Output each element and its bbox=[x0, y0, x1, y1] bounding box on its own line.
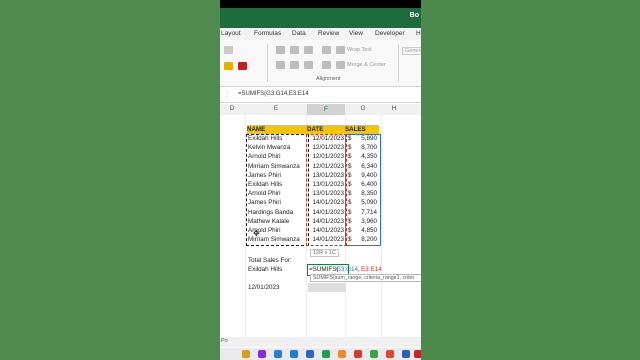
fill-color-icon[interactable] bbox=[224, 62, 233, 70]
font-color-icon[interactable] bbox=[238, 62, 247, 70]
align-center-icon[interactable] bbox=[290, 61, 299, 69]
font-size-icon[interactable] bbox=[224, 46, 233, 54]
align-middle-icon[interactable] bbox=[290, 46, 299, 54]
teams-icon[interactable] bbox=[258, 350, 266, 358]
taskbar bbox=[220, 348, 421, 360]
edit-range1: G3:G14 bbox=[336, 266, 359, 273]
align-right-icon[interactable] bbox=[304, 61, 313, 69]
excel-window: Bo Layout Formulas Data Review View Deve… bbox=[220, 0, 421, 360]
edit-prefix: =SUMIFS( bbox=[309, 266, 339, 273]
merge-center-icon[interactable] bbox=[336, 61, 345, 69]
col-header-f[interactable]: F bbox=[307, 104, 345, 115]
criteria-name-cell[interactable]: Exildah Hills bbox=[248, 265, 282, 274]
header-sales[interactable]: SALES bbox=[345, 125, 379, 134]
merge-center-button[interactable]: Merge & Center bbox=[347, 62, 386, 68]
align-top-icon[interactable] bbox=[276, 46, 285, 54]
header-date[interactable]: DATE bbox=[307, 125, 345, 134]
header-name-text: NAME bbox=[247, 126, 266, 133]
header-date-text: DATE bbox=[307, 126, 324, 133]
file-explorer-icon[interactable] bbox=[242, 350, 250, 358]
header-sales-text: SALES bbox=[345, 126, 366, 133]
tab-developer[interactable]: Developer bbox=[375, 30, 405, 37]
col-header-e[interactable]: E bbox=[246, 105, 306, 112]
background-left bbox=[0, 0, 220, 360]
chrome-icon[interactable] bbox=[370, 350, 378, 358]
header-name[interactable]: NAME bbox=[247, 125, 307, 134]
mouse-cursor-icon: ✥ bbox=[253, 229, 260, 238]
tab-view[interactable]: View bbox=[349, 30, 363, 37]
number-format-select[interactable]: General bbox=[402, 47, 421, 55]
app-red-icon[interactable] bbox=[414, 350, 421, 358]
alignment-group-label: Alignment bbox=[316, 76, 341, 82]
function-syntax-tooltip[interactable]: SUMIFS(sum_range, criteria_range1, crite… bbox=[310, 274, 421, 282]
indent-icon[interactable] bbox=[322, 61, 331, 69]
gridline bbox=[381, 115, 382, 345]
align-bottom-icon[interactable] bbox=[304, 46, 313, 54]
col-header-d[interactable]: D bbox=[227, 105, 237, 112]
date-range-highlight bbox=[306, 134, 347, 246]
wrap-text-icon[interactable] bbox=[336, 46, 345, 54]
edit-range2: E3:E14 bbox=[361, 266, 382, 273]
powerpoint-icon[interactable] bbox=[354, 350, 362, 358]
total-sales-label[interactable]: Total Sales For: bbox=[248, 256, 292, 265]
office-icon[interactable] bbox=[386, 350, 394, 358]
ribbon-separator bbox=[398, 44, 399, 82]
vscode-icon[interactable] bbox=[306, 350, 314, 358]
word-icon[interactable] bbox=[402, 350, 410, 358]
tab-formulas[interactable]: Formulas bbox=[254, 30, 281, 37]
tab-data[interactable]: Data bbox=[292, 30, 306, 37]
formula-text[interactable]: =SUMIFS(G3:G14,E3:E14 bbox=[238, 91, 309, 97]
excel-taskbar-icon[interactable] bbox=[322, 350, 330, 358]
title-bar: Bo bbox=[220, 0, 421, 28]
app-icon[interactable] bbox=[338, 350, 346, 358]
background-right bbox=[421, 0, 640, 360]
window-title: Bo bbox=[409, 12, 419, 19]
range-size-tooltip: 12R x 1C bbox=[310, 249, 339, 257]
col-header-g[interactable]: G bbox=[346, 105, 380, 112]
edit-separator: , bbox=[358, 266, 360, 273]
tab-page-layout[interactable]: Layout bbox=[221, 30, 241, 37]
worksheet-grid[interactable]: NAME DATE SALES Exildah Hills 12/01/2023 $… bbox=[220, 115, 421, 345]
letterbox-top bbox=[220, 0, 421, 8]
wrap-text-button[interactable]: Wrap Text bbox=[347, 47, 372, 53]
ribbon-separator bbox=[267, 44, 268, 82]
sum-range-highlight bbox=[345, 134, 381, 246]
criteria-date-cell[interactable]: 12/01/2023 bbox=[248, 283, 280, 292]
tab-review[interactable]: Review bbox=[318, 30, 339, 37]
store-icon[interactable] bbox=[290, 350, 298, 358]
fx-icon: ⋮ bbox=[224, 92, 230, 98]
align-left-icon[interactable] bbox=[276, 61, 285, 69]
ribbon-tabs: Layout Formulas Data Review View Develop… bbox=[220, 28, 421, 40]
status-bar: Po bbox=[220, 337, 421, 347]
autocomplete-hint bbox=[308, 283, 346, 292]
ribbon-home: Wrap Text Merge & Center Alignment Gener… bbox=[220, 40, 421, 87]
tab-help[interactable]: H bbox=[416, 30, 421, 37]
orientation-icon[interactable] bbox=[322, 46, 331, 54]
formula-bar[interactable]: ⋮ =SUMIFS(G3:G14,E3:E14 bbox=[220, 88, 421, 103]
col-header-h[interactable]: H bbox=[382, 105, 406, 112]
edge-icon[interactable] bbox=[274, 350, 282, 358]
status-text: Po bbox=[221, 338, 228, 344]
